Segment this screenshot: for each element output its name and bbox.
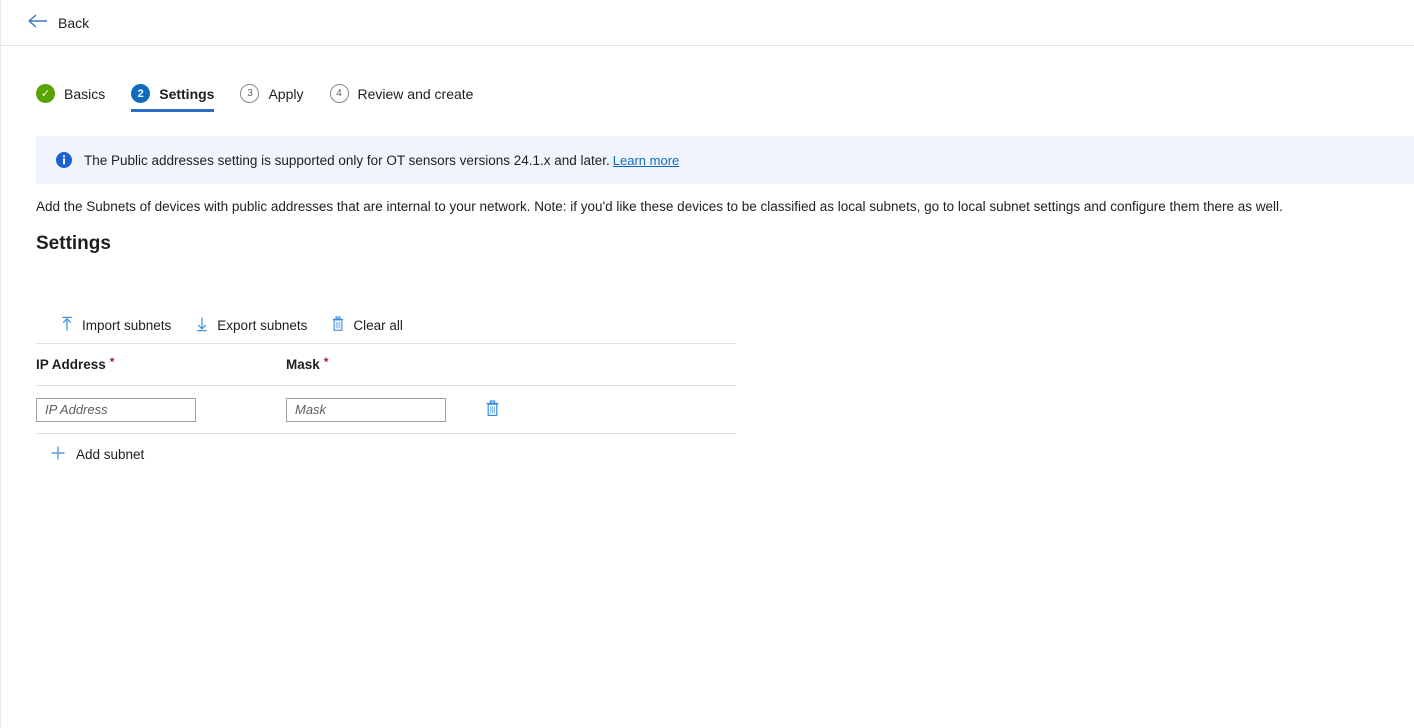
- clear-all-label: Clear all: [353, 318, 403, 333]
- wizard-step-apply[interactable]: 3 Apply: [227, 84, 316, 112]
- clear-all-button[interactable]: Clear all: [331, 312, 413, 339]
- step-number-badge: 4: [330, 84, 349, 103]
- add-subnet-label: Add subnet: [76, 447, 144, 462]
- page-title: Settings: [36, 233, 111, 255]
- page-description: Add the Subnets of devices with public a…: [36, 198, 1376, 216]
- wizard-step-settings[interactable]: 2 Settings: [118, 84, 227, 112]
- import-subnets-label: Import subnets: [82, 318, 171, 333]
- step-number-badge: 2: [131, 84, 150, 103]
- export-subnets-button[interactable]: Export subnets: [195, 312, 317, 339]
- delete-row-button[interactable]: [485, 400, 500, 420]
- wizard-step-review-and-create[interactable]: 4 Review and create: [317, 84, 487, 112]
- subnets-table: Import subnets Export subnets: [36, 308, 736, 474]
- plus-icon: [50, 445, 66, 464]
- trash-icon: [331, 316, 345, 335]
- add-subnet-button[interactable]: Add subnet: [36, 434, 144, 474]
- import-subnets-button[interactable]: Import subnets: [60, 312, 181, 339]
- arrow-left-icon: [28, 14, 48, 31]
- table-row: [36, 386, 736, 434]
- learn-more-link[interactable]: Learn more: [613, 153, 679, 168]
- mask-input[interactable]: [286, 398, 446, 422]
- column-header-ip-address: IP Address *: [36, 357, 286, 372]
- page-header: Back: [1, 0, 1414, 46]
- required-asterisk: *: [110, 357, 115, 367]
- ip-address-input[interactable]: [36, 398, 196, 422]
- active-step-underline: [131, 109, 214, 112]
- info-icon: [56, 152, 72, 168]
- trash-icon: [485, 400, 500, 420]
- column-header-mask: Mask *: [286, 357, 328, 372]
- wizard-steps: ✓ Basics 2 Settings 3 Apply 4 Review and…: [36, 84, 486, 112]
- table-toolbar: Import subnets Export subnets: [36, 308, 736, 344]
- cell-mask: [286, 398, 471, 422]
- download-icon: [195, 316, 209, 335]
- wizard-step-label: Basics: [64, 86, 105, 102]
- cell-ip-address: [36, 398, 286, 422]
- export-subnets-label: Export subnets: [217, 318, 307, 333]
- back-button[interactable]: Back: [28, 14, 89, 31]
- info-banner-text: The Public addresses setting is supporte…: [84, 153, 610, 168]
- wizard-step-basics[interactable]: ✓ Basics: [36, 84, 118, 112]
- table-header-row: IP Address * Mask *: [36, 344, 736, 386]
- column-header-label: IP Address: [36, 357, 106, 372]
- left-edge-divider: [0, 0, 1, 728]
- cell-actions: [471, 400, 736, 420]
- upload-icon: [60, 316, 74, 335]
- info-banner: The Public addresses setting is supporte…: [36, 136, 1414, 184]
- required-asterisk: *: [324, 357, 329, 367]
- wizard-step-label: Settings: [159, 86, 214, 102]
- column-header-label: Mask: [286, 357, 320, 372]
- check-icon: ✓: [36, 84, 55, 103]
- wizard-step-label: Apply: [268, 86, 303, 102]
- wizard-step-label: Review and create: [358, 86, 474, 102]
- step-number-badge: 3: [240, 84, 259, 103]
- back-label: Back: [58, 15, 89, 31]
